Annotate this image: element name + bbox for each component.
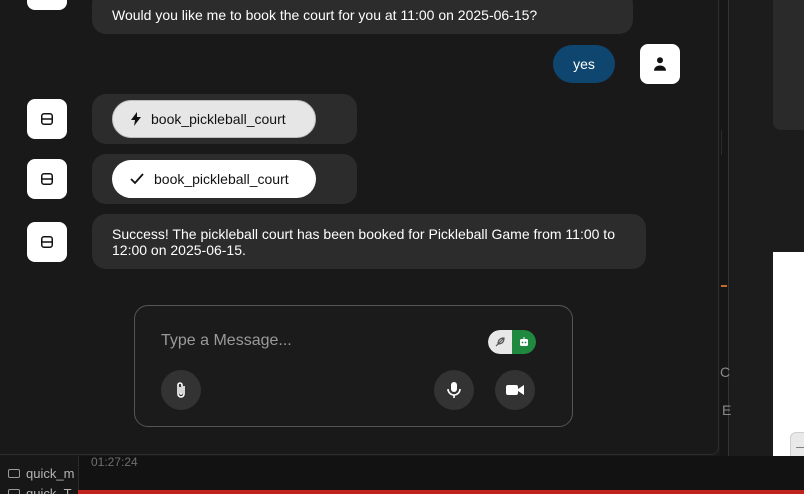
assistant-avatar xyxy=(27,0,67,10)
microphone-icon xyxy=(447,382,461,398)
file-explorer: quick_m quick_T xyxy=(0,456,79,494)
robot-icon xyxy=(512,330,536,354)
tool-call-message: book_pickleball_court xyxy=(92,94,357,144)
video-button[interactable] xyxy=(495,370,535,410)
message-text: yes xyxy=(573,56,595,72)
divider xyxy=(721,130,722,155)
accent-marker xyxy=(721,285,727,287)
feather-icon xyxy=(488,330,512,354)
explorer-item[interactable]: quick_m xyxy=(8,465,74,481)
assistant-message: Success! The pickleball court has been b… xyxy=(92,214,646,269)
folder-icon xyxy=(8,488,20,494)
timestamp: 01:27:24 xyxy=(91,455,138,469)
side-letter: C xyxy=(720,364,731,380)
video-camera-icon xyxy=(506,385,524,395)
robot-icon xyxy=(41,113,53,125)
person-icon xyxy=(654,57,666,71)
message-input[interactable] xyxy=(161,330,461,352)
progress-line xyxy=(78,490,804,494)
tool-result-label: book_pickleball_court xyxy=(154,171,289,187)
message-text: Success! The pickleball court has been b… xyxy=(112,226,615,258)
explorer-item-label: quick_m xyxy=(26,465,75,481)
side-letter: E xyxy=(722,402,732,418)
assistant-avatar xyxy=(27,222,67,262)
message-text: Would you like me to book the court for … xyxy=(112,7,538,23)
message-composer xyxy=(134,305,573,427)
robot-icon xyxy=(41,236,53,248)
chat-panel: Would you like me to book the court for … xyxy=(0,0,719,455)
paperclip-icon xyxy=(177,382,185,398)
folder-icon xyxy=(8,468,20,478)
side-panel-header xyxy=(773,0,804,130)
explorer-item[interactable]: quick_T xyxy=(8,485,72,494)
robot-icon xyxy=(41,173,53,185)
check-icon xyxy=(130,173,144,185)
assistant-message: Would you like me to book the court for … xyxy=(92,0,633,34)
tool-call-label: book_pickleball_court xyxy=(151,111,286,127)
mode-toggle[interactable] xyxy=(488,330,536,354)
tool-call-chip[interactable]: book_pickleball_court xyxy=(112,100,316,138)
lightning-icon xyxy=(131,112,141,126)
explorer-item-label: quick_T xyxy=(26,485,72,494)
microphone-button[interactable] xyxy=(434,370,474,410)
attach-button[interactable] xyxy=(161,370,201,410)
assistant-avatar xyxy=(27,159,67,199)
tool-result-message: book_pickleball_court xyxy=(92,154,357,204)
assistant-avatar xyxy=(27,99,67,139)
tool-result-chip[interactable]: book_pickleball_court xyxy=(112,160,316,198)
user-avatar xyxy=(640,44,680,84)
user-message: yes xyxy=(553,45,615,83)
